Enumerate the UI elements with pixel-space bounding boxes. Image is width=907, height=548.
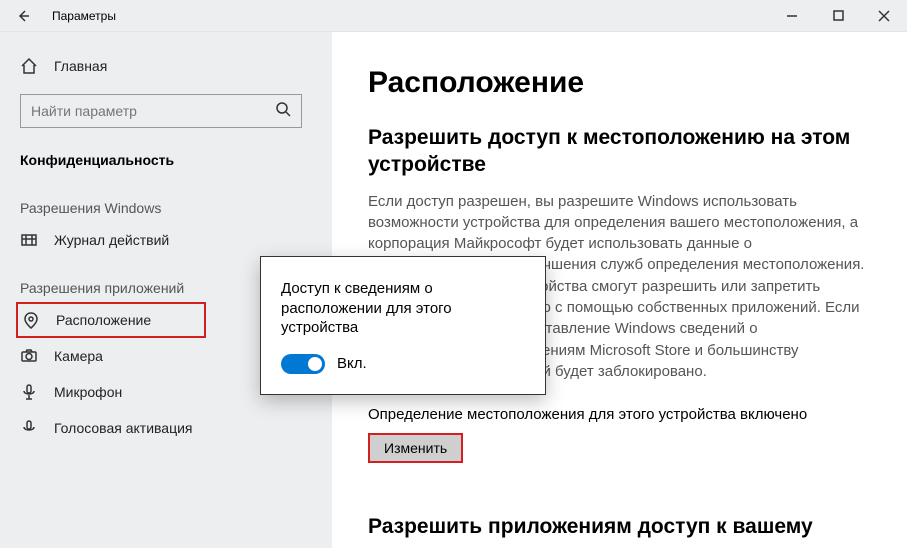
window-controls <box>769 0 907 32</box>
voice-icon <box>20 419 38 437</box>
window-title: Параметры <box>52 9 769 23</box>
location-toggle[interactable] <box>281 354 325 374</box>
maximize-icon <box>833 10 844 21</box>
sidebar-item-label: Журнал действий <box>54 232 169 248</box>
page-title: Расположение <box>368 66 871 100</box>
location-status: Определение местоположения для этого уст… <box>368 406 871 423</box>
home-icon <box>20 57 38 75</box>
microphone-icon <box>20 383 38 401</box>
toggle-knob <box>308 357 322 371</box>
toggle-label: Вкл. <box>337 355 367 372</box>
sidebar-home[interactable]: Главная <box>16 48 326 84</box>
sidebar-item-voice[interactable]: Голосовая активация <box>16 410 326 446</box>
change-button[interactable]: Изменить <box>368 433 463 463</box>
close-icon <box>878 10 890 22</box>
minimize-button[interactable] <box>769 0 815 32</box>
sidebar-category: Конфиденциальность <box>16 142 326 178</box>
sidebar-item-label: Микрофон <box>54 384 122 400</box>
search-input[interactable] <box>20 94 302 128</box>
activity-icon <box>20 231 38 249</box>
location-icon <box>22 311 40 329</box>
maximize-button[interactable] <box>815 0 861 32</box>
sidebar-item-label: Камера <box>54 348 103 364</box>
sidebar-item-activity[interactable]: Журнал действий <box>16 222 326 258</box>
minimize-icon <box>786 10 798 22</box>
section-heading-apps: Разрешить приложениям доступ к вашему ме… <box>368 513 871 548</box>
sidebar-item-location[interactable]: Расположение <box>16 302 206 338</box>
sidebar-item-label: Голосовая активация <box>54 420 193 436</box>
camera-icon <box>20 347 38 365</box>
back-button[interactable] <box>0 0 46 32</box>
sidebar-home-label: Главная <box>54 58 107 74</box>
location-access-popup: Доступ к сведениям о расположении для эт… <box>260 256 546 395</box>
titlebar: Параметры <box>0 0 907 32</box>
sidebar-item-label: Расположение <box>56 312 151 328</box>
popup-title: Доступ к сведениям о расположении для эт… <box>281 279 525 338</box>
section-heading-allow: Разрешить доступ к местоположению на это… <box>368 124 871 179</box>
popup-toggle-row: Вкл. <box>281 354 525 374</box>
close-button[interactable] <box>861 0 907 32</box>
arrow-left-icon <box>15 8 31 24</box>
search-field[interactable] <box>31 103 275 119</box>
search-icon <box>275 101 291 122</box>
sidebar-group-windows: Разрешения Windows <box>16 178 326 222</box>
